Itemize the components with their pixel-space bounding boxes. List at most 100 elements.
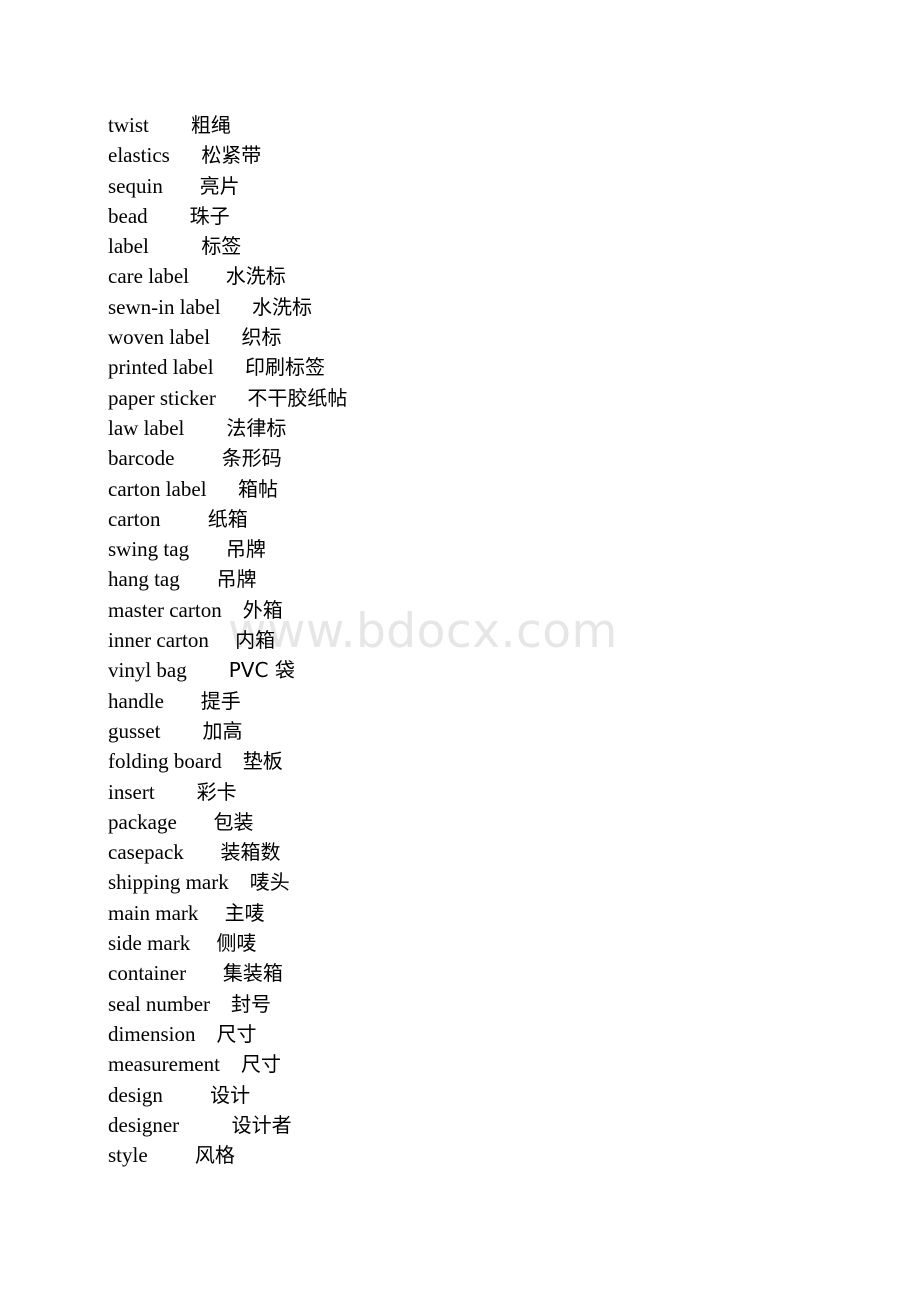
glossary-entry: hang tag 吊牌 (108, 564, 888, 594)
glossary-term-en: carton label (108, 476, 207, 501)
glossary-column-gap (220, 1052, 241, 1076)
glossary-entry: measurement 尺寸 (108, 1049, 888, 1079)
glossary-term-en: folding board (108, 749, 222, 774)
glossary-column-gap (221, 295, 253, 319)
glossary-column-gap (222, 598, 243, 622)
glossary-term-en: measurement (108, 1052, 220, 1077)
glossary-term-en: sequin (108, 173, 163, 198)
glossary-term-en: design (108, 1082, 163, 1107)
glossary-entry: package 包装 (108, 807, 888, 837)
glossary-gloss-zh: 水洗标 (252, 294, 313, 319)
glossary-gloss-zh: 条形码 (221, 446, 282, 471)
glossary-column-gap (180, 567, 217, 591)
glossary-gloss-zh: 印刷标签 (245, 355, 326, 380)
glossary-entry: twist 粗绳 (108, 110, 888, 140)
glossary-term-en: insert (108, 779, 155, 804)
glossary-gloss-zh: 吊牌 (216, 567, 257, 592)
glossary-column-gap (163, 174, 200, 198)
glossary-gloss-zh: 集装箱 (222, 961, 283, 986)
glossary-entry: vinyl bag PVC 袋 (108, 655, 888, 685)
glossary-entry: carton 纸箱 (108, 504, 888, 534)
glossary-gloss-zh: 设计 (210, 1082, 251, 1107)
glossary-gloss-zh: 唛头 (249, 870, 290, 895)
glossary-entry: insert 彩卡 (108, 777, 888, 807)
glossary-entry: paper sticker 不干胶纸帖 (108, 383, 888, 413)
glossary-entry: designer 设计者 (108, 1110, 888, 1140)
glossary-entry: sewn-in label 水洗标 (108, 292, 888, 322)
glossary-entry: law label 法律标 (108, 413, 888, 443)
glossary-column-gap (163, 1083, 210, 1107)
glossary-entry: style 风格 (108, 1140, 888, 1170)
glossary-gloss-zh: 松紧带 (201, 143, 262, 168)
glossary-gloss-zh: 纸箱 (207, 506, 248, 531)
glossary-column-gap (149, 113, 191, 137)
glossary-column-gap (190, 931, 216, 955)
glossary-column-gap (189, 537, 226, 561)
glossary-list: twist 粗绳 elastics 松紧带 sequin 亮片 bead 珠子 labe… (108, 110, 888, 1170)
glossary-column-gap (184, 416, 226, 440)
glossary-entry: shipping mark 唛头 (108, 867, 888, 897)
glossary-column-gap (148, 204, 190, 228)
glossary-entry: elastics 松紧带 (108, 140, 888, 170)
glossary-gloss-zh: PVC 袋 (228, 658, 295, 683)
glossary-entry: label 标签 (108, 231, 888, 261)
glossary-column-gap (210, 325, 242, 349)
glossary-term-en: seal number (108, 991, 211, 1016)
glossary-entry: woven label 织标 (108, 322, 888, 352)
glossary-entry: dimension 尺寸 (108, 1019, 888, 1049)
glossary-term-en: woven label (108, 325, 211, 350)
glossary-term-en: side mark (108, 931, 191, 956)
glossary-column-gap (179, 1113, 232, 1137)
glossary-column-gap (184, 840, 221, 864)
glossary-term-en: style (108, 1143, 148, 1168)
glossary-column-gap (164, 689, 201, 713)
glossary-gloss-zh: 水洗标 (225, 264, 286, 289)
glossary-entry: container 集装箱 (108, 958, 888, 988)
glossary-column-gap (222, 749, 243, 773)
glossary-term-en: main mark (108, 900, 199, 925)
document-page: www.bdocx.com twist 粗绳 elastics 松紧带 sequin… (0, 0, 920, 1302)
glossary-entry: care label 水洗标 (108, 261, 888, 291)
glossary-column-gap (209, 628, 235, 652)
glossary-term-en: carton (108, 506, 161, 531)
glossary-column-gap (189, 264, 226, 288)
glossary-term-en: paper sticker (108, 385, 216, 410)
glossary-term-en: designer (108, 1112, 180, 1137)
glossary-gloss-zh: 侧唛 (216, 931, 257, 956)
glossary-entry: seal number 封号 (108, 989, 888, 1019)
glossary-column-gap (155, 780, 197, 804)
glossary-term-en: barcode (108, 446, 175, 471)
glossary-gloss-zh: 尺寸 (240, 1052, 281, 1077)
glossary-term-en: bead (108, 203, 148, 228)
glossary-term-en: handle (108, 688, 164, 713)
glossary-term-en: container (108, 961, 187, 986)
glossary-gloss-zh: 装箱数 (220, 840, 281, 865)
glossary-term-en: dimension (108, 1021, 196, 1046)
glossary-gloss-zh: 亮片 (199, 173, 240, 198)
glossary-term-en: gusset (108, 718, 161, 743)
glossary-entry: master carton 外箱 (108, 595, 888, 625)
glossary-gloss-zh: 主唛 (224, 900, 265, 925)
glossary-term-en: care label (108, 264, 190, 289)
glossary-term-en: package (108, 809, 177, 834)
glossary-gloss-zh: 彩卡 (196, 779, 237, 804)
glossary-gloss-zh: 法律标 (226, 415, 287, 440)
glossary-term-en: elastics (108, 143, 170, 168)
glossary-gloss-zh: 设计者 (231, 1112, 292, 1137)
glossary-column-gap (186, 961, 223, 985)
glossary-entry: carton label 箱帖 (108, 474, 888, 504)
glossary-entry: swing tag 吊牌 (108, 534, 888, 564)
glossary-gloss-zh: 提手 (200, 688, 241, 713)
glossary-entry: inner carton 内箱 (108, 625, 888, 655)
glossary-entry: main mark 主唛 (108, 898, 888, 928)
glossary-gloss-zh: 风格 (194, 1143, 235, 1168)
glossary-column-gap (177, 810, 214, 834)
glossary-gloss-zh: 粗绳 (190, 113, 231, 137)
glossary-gloss-zh: 尺寸 (216, 1021, 257, 1046)
glossary-term-en: sewn-in label (108, 294, 221, 319)
glossary-column-gap (174, 446, 221, 470)
glossary-term-en: master carton (108, 597, 222, 622)
glossary-column-gap (170, 143, 202, 167)
glossary-entry: folding board 垫板 (108, 746, 888, 776)
glossary-term-en: swing tag (108, 537, 190, 562)
